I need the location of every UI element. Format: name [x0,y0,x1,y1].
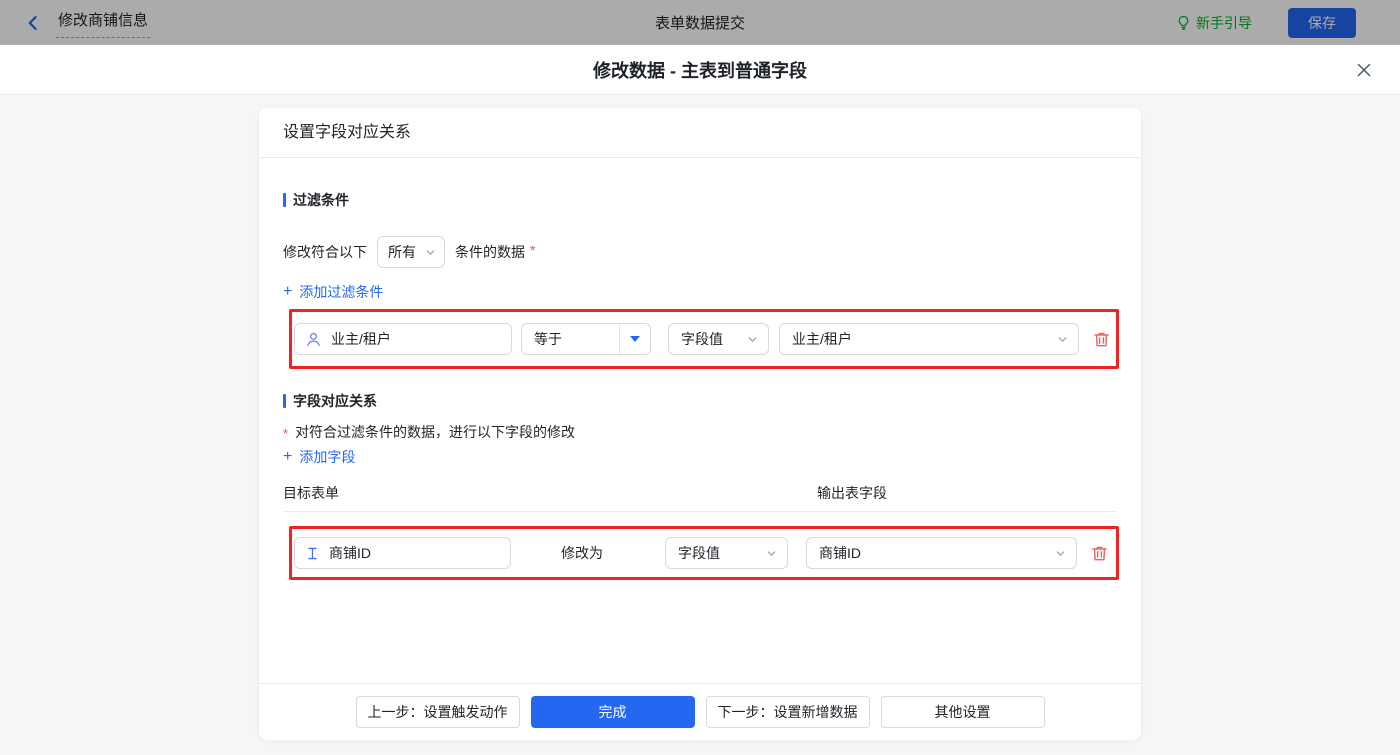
filter-section-title: 过滤条件 [283,190,1117,210]
delete-filter-row-button[interactable] [1091,329,1111,349]
filter-value-type-select[interactable]: 字段值 [668,323,769,355]
filter-row-annotation-box: 业主/租户 等于 字段值 业主/租户 [289,309,1119,369]
mapping-value-select[interactable]: 商铺ID [806,537,1077,569]
mapping-row-annotation-box: 商铺ID 修改为 字段值 商铺ID [289,526,1119,580]
column-divider [283,511,1117,512]
chevron-down-icon [1055,548,1066,559]
mapping-value-type-select[interactable]: 字段值 [665,537,788,569]
section-accent-bar [283,394,286,408]
next-step-button[interactable]: 下一步：设置新增数据 [705,696,870,728]
mapping-column-headers: 目标表单 输出表字段 [283,483,1117,503]
required-asterisk: * [530,242,536,258]
other-settings-button[interactable]: 其他设置 [880,696,1045,728]
condition-sentence: 修改符合以下 所有 条件的数据 * [283,236,1117,268]
column-output-field: 输出表字段 [817,485,887,501]
filter-field-selector[interactable]: 业主/租户 [294,323,512,355]
target-field-selector[interactable]: 商铺ID [294,537,511,569]
filter-value-select[interactable]: 业主/租户 [779,323,1079,355]
close-icon [1355,61,1373,79]
chevron-down-icon [766,548,777,559]
condition-prefix: 修改符合以下 [283,244,367,260]
text-cursor-icon [305,546,320,561]
mapping-description: * 对符合过滤条件的数据，进行以下字段的修改 [283,424,576,441]
edit-data-modal: 修改数据 - 主表到普通字段 设置字段对应关系 过滤条件 修改符合以下 所有 条… [0,45,1400,755]
target-field-value: 商铺ID [329,545,371,561]
required-asterisk: * [283,425,289,441]
operator-select[interactable]: 等于 [521,323,651,355]
field-mapping-card: 设置字段对应关系 过滤条件 修改符合以下 所有 条件的数据 * + 添加过滤条件… [259,108,1141,740]
plus-icon: + [283,283,293,300]
chevron-down-icon [747,334,758,345]
add-field-link[interactable]: + 添加字段 [283,447,355,467]
card-title: 设置字段对应关系 [259,108,1141,158]
column-target-form: 目标表单 [283,485,339,501]
mapping-section-title: 字段对应关系 [283,391,1117,411]
add-filter-condition-link[interactable]: + 添加过滤条件 [283,282,383,302]
prev-step-button[interactable]: 上一步：设置触发动作 [355,696,520,728]
done-button[interactable]: 完成 [530,696,695,728]
modal-dim-overlay [0,0,1400,45]
operator-caret-zone[interactable] [619,324,650,354]
condition-scope-select[interactable]: 所有 [377,236,445,268]
person-icon [305,331,322,348]
modal-header: 修改数据 - 主表到普通字段 [0,45,1400,95]
close-button[interactable] [1352,58,1376,82]
chevron-down-icon [425,247,436,258]
delete-mapping-row-button[interactable] [1089,543,1109,563]
modify-to-label: 修改为 [561,545,603,561]
chevron-down-icon [1057,334,1068,345]
trash-icon [1092,330,1111,349]
filter-field-value: 业主/租户 [331,331,391,347]
card-footer: 上一步：设置触发动作 完成 下一步：设置新增数据 其他设置 [259,683,1141,740]
operator-value: 等于 [534,331,562,347]
top-navigation-bar: 修改商铺信息 表单数据提交 新手引导 保存 [0,0,1400,45]
trash-icon [1090,544,1109,563]
condition-suffix: 条件的数据 [455,244,525,260]
modal-title: 修改数据 - 主表到普通字段 [593,60,807,81]
caret-down-icon [630,336,640,342]
plus-icon: + [283,448,293,465]
section-accent-bar [283,193,286,207]
